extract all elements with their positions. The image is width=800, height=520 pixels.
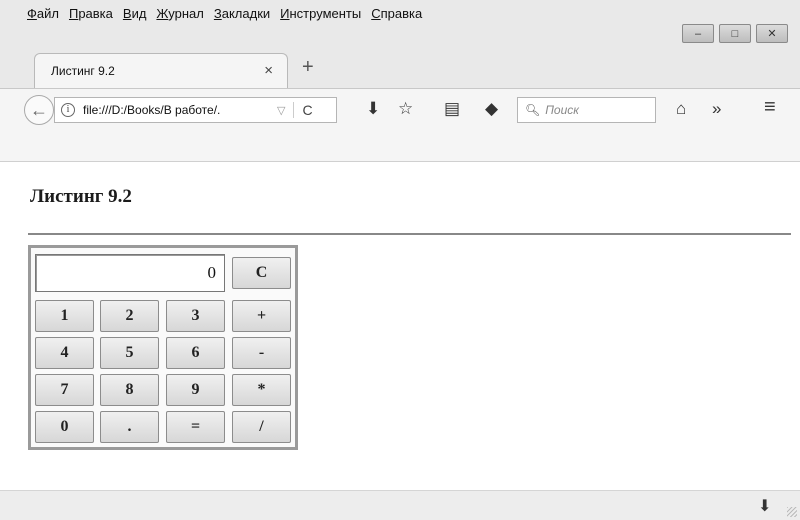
url-text[interactable]: file:///D:/Books/В работе/. bbox=[83, 103, 273, 117]
title-bar: Файл Правка Вид Журнал Закладки Инструме… bbox=[0, 0, 800, 89]
tab-close-icon[interactable]: × bbox=[264, 62, 273, 79]
menu-bar: Файл Правка Вид Журнал Закладки Инструме… bbox=[22, 6, 427, 26]
calculator: 0 C 1 2 3 + 4 5 6 - 7 8 9 * 0 . = / bbox=[28, 245, 298, 450]
menu-help[interactable]: Справка bbox=[366, 6, 427, 26]
hamburger-menu-icon[interactable]: ≡ bbox=[764, 96, 776, 119]
info-icon[interactable]: i bbox=[61, 103, 75, 117]
key-0-button[interactable]: 0 bbox=[35, 411, 94, 443]
overflow-icon[interactable]: » bbox=[712, 99, 721, 119]
key-decimal-button[interactable]: . bbox=[100, 411, 159, 443]
maximize-button[interactable]: □ bbox=[719, 24, 751, 43]
back-arrow-icon[interactable]: ← bbox=[24, 95, 54, 125]
key-3-button[interactable]: 3 bbox=[166, 300, 225, 332]
page-title: Листинг 9.2 bbox=[30, 186, 132, 207]
home-icon[interactable]: ⌂ bbox=[676, 99, 686, 119]
menu-edit[interactable]: Правка bbox=[64, 6, 118, 26]
status-bar: ⬇ bbox=[0, 490, 800, 520]
key-8-button[interactable]: 8 bbox=[100, 374, 159, 406]
library-icon[interactable]: ▤ bbox=[444, 99, 460, 119]
key-5-button[interactable]: 5 bbox=[100, 337, 159, 369]
key-1-button[interactable]: 1 bbox=[35, 300, 94, 332]
menu-file[interactable]: Файл bbox=[22, 6, 64, 26]
key-4-button[interactable]: 4 bbox=[35, 337, 94, 369]
key-7-button[interactable]: 7 bbox=[35, 374, 94, 406]
key-plus-button[interactable]: + bbox=[232, 300, 291, 332]
menu-tools[interactable]: Инструменты bbox=[275, 6, 366, 26]
menu-bookmarks[interactable]: Закладки bbox=[209, 6, 275, 26]
navigation-bar: ← i file:///D:/Books/В работе/. ▽ C ⬇ ☆ … bbox=[0, 88, 800, 130]
search-placeholder: Поиск bbox=[545, 103, 579, 117]
tab-active[interactable]: Листинг 9.2 × bbox=[34, 53, 288, 89]
url-separator bbox=[293, 102, 295, 118]
horizontal-rule bbox=[28, 233, 791, 235]
key-minus-button[interactable]: - bbox=[232, 337, 291, 369]
calculator-display[interactable]: 0 bbox=[35, 254, 225, 292]
key-multiply-button[interactable]: * bbox=[232, 374, 291, 406]
key-equals-button[interactable]: = bbox=[166, 411, 225, 443]
download-status-icon[interactable]: ⬇ bbox=[758, 496, 771, 516]
new-tab-icon[interactable]: + bbox=[302, 56, 314, 79]
resize-grip[interactable] bbox=[787, 507, 797, 517]
url-bar[interactable]: i file:///D:/Books/В работе/. ▽ C bbox=[54, 97, 337, 123]
search-icon: 🔍︎ bbox=[525, 103, 541, 117]
tab-title: Листинг 9.2 bbox=[51, 64, 115, 78]
menu-history[interactable]: Журнал bbox=[151, 6, 208, 26]
url-dropdown-icon[interactable]: ▽ bbox=[277, 104, 285, 117]
close-window-button[interactable]: ✕ bbox=[756, 24, 788, 43]
key-2-button[interactable]: 2 bbox=[100, 300, 159, 332]
star-icon[interactable]: ☆ bbox=[398, 99, 413, 119]
key-9-button[interactable]: 9 bbox=[166, 374, 225, 406]
key-6-button[interactable]: 6 bbox=[166, 337, 225, 369]
pocket-icon[interactable]: ◆ bbox=[485, 99, 498, 119]
search-input[interactable]: 🔍︎ Поиск bbox=[517, 97, 656, 123]
clear-button[interactable]: C bbox=[232, 257, 291, 289]
reload-icon[interactable]: C bbox=[302, 102, 312, 118]
menu-view[interactable]: Вид bbox=[118, 6, 152, 26]
window-controls: – □ ✕ bbox=[682, 24, 788, 43]
download-icon[interactable]: ⬇ bbox=[366, 99, 380, 119]
key-divide-button[interactable]: / bbox=[232, 411, 291, 443]
minimize-button[interactable]: – bbox=[682, 24, 714, 43]
toolbar-strip bbox=[0, 130, 800, 162]
